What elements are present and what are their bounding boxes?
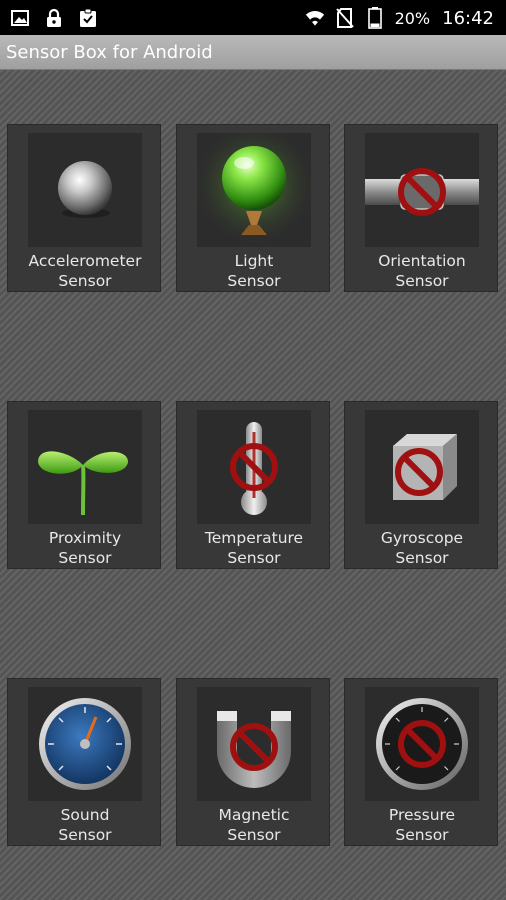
clock: 16:42 xyxy=(442,7,494,29)
battery-percentage: 20% xyxy=(394,8,431,28)
tile-accelerometer[interactable]: Accelerometer Sensor xyxy=(7,124,161,292)
image-icon xyxy=(10,8,30,28)
tile-label: Magnetic Sensor xyxy=(218,806,290,844)
tile-label: Gyroscope Sensor xyxy=(380,529,464,567)
status-bar: 20% 16:42 xyxy=(0,0,506,35)
clipboard-check-icon xyxy=(78,8,98,28)
wifi-icon xyxy=(305,8,325,28)
tile-orientation[interactable]: Orientation Sensor xyxy=(344,124,498,292)
thermometer-icon xyxy=(197,410,311,524)
blue-gauge-icon xyxy=(28,687,142,801)
tile-magnetic[interactable]: Magnetic Sensor xyxy=(176,678,330,846)
cube-icon xyxy=(365,410,479,524)
sprout-icon xyxy=(28,410,142,524)
pressure-gauge-icon xyxy=(365,687,479,801)
unavailable-icon xyxy=(230,723,278,771)
no-sim-icon xyxy=(335,8,355,28)
tile-label: Sound Sensor xyxy=(58,806,112,844)
tile-label: Orientation Sensor xyxy=(378,252,466,290)
tile-label: Pressure Sensor xyxy=(388,806,456,844)
battery-icon xyxy=(365,7,385,29)
tile-pressure[interactable]: Pressure Sensor xyxy=(344,678,498,846)
green-bulb-icon xyxy=(197,133,311,247)
tile-label: Temperature Sensor xyxy=(204,529,304,567)
level-icon xyxy=(365,133,479,247)
metal-ball-icon xyxy=(28,133,142,247)
lock-icon xyxy=(44,8,64,28)
magnet-icon xyxy=(197,687,311,801)
tile-label: Light Sensor xyxy=(227,252,281,290)
tile-gyroscope[interactable]: Gyroscope Sensor xyxy=(344,401,498,569)
tile-label: Accelerometer Sensor xyxy=(28,252,142,290)
tile-label: Proximity Sensor xyxy=(48,529,122,567)
tile-light[interactable]: Light Sensor xyxy=(176,124,330,292)
app-title: Sensor Box for Android xyxy=(6,42,213,63)
app-title-bar: Sensor Box for Android xyxy=(0,35,506,70)
tile-sound[interactable]: Sound Sensor xyxy=(7,678,161,846)
tile-proximity[interactable]: Proximity Sensor xyxy=(7,401,161,569)
tile-temperature[interactable]: Temperature Sensor xyxy=(176,401,330,569)
